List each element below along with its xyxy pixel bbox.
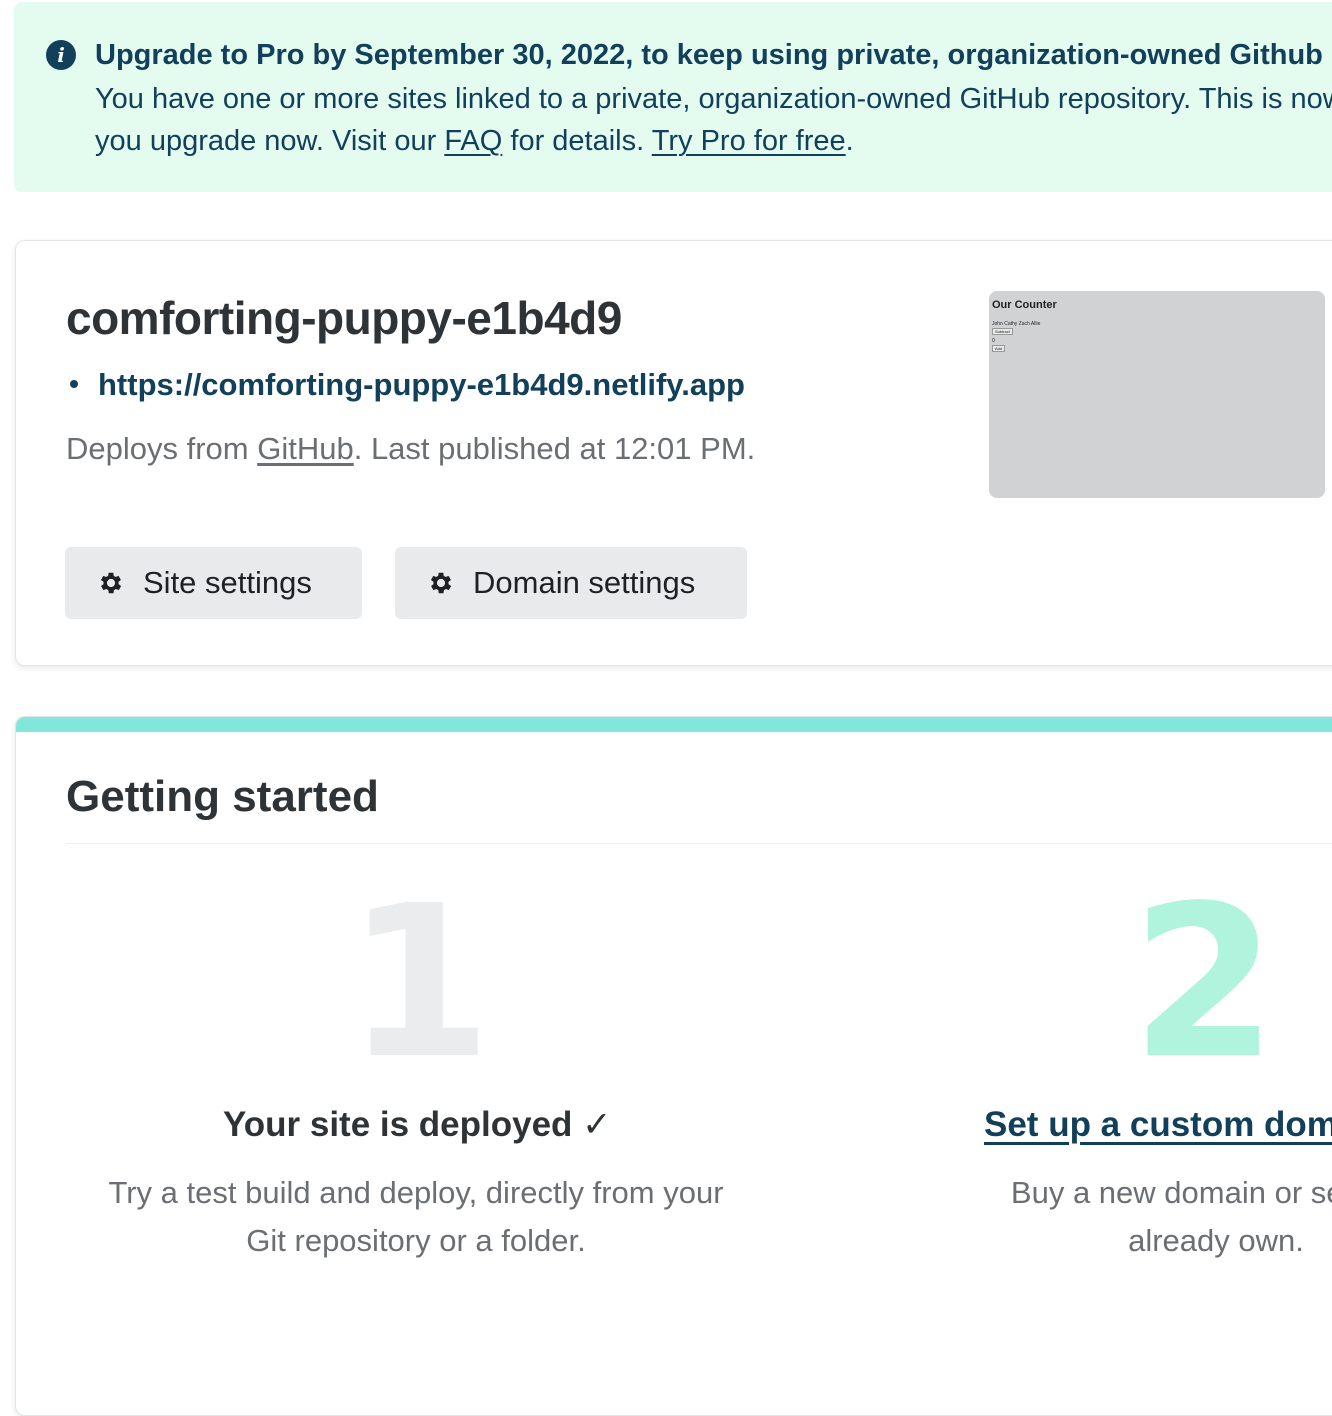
getting-started-title: Getting started (66, 772, 379, 821)
step-2-description: Buy a new domain or set up a already own… (896, 1169, 1332, 1265)
site-preview-thumbnail[interactable]: Our Counter John Cathy Zach Allie Subtra… (989, 291, 1325, 498)
preview-names: John Cathy Zach Allie (992, 321, 1041, 327)
faq-link[interactable]: FAQ (444, 125, 502, 157)
preview-title: Our Counter (992, 299, 1057, 311)
getting-started-card: Getting started 1 Your site is deployed … (15, 716, 1332, 1416)
step-1-desc-line-2: Git repository or a folder. (246, 1223, 586, 1258)
gear-icon (100, 572, 122, 594)
site-url-row: https://comforting-puppy-e1b4d9.netlify.… (66, 367, 745, 403)
gear-icon (430, 572, 452, 594)
step-1-description: Try a test build and deploy, directly fr… (76, 1169, 756, 1265)
step-1-number: 1 (346, 860, 492, 1105)
step-1-title: Your site is deployed ✓ (223, 1105, 612, 1144)
step-2-desc-line-1: Buy a new domain or set up a (1010, 1175, 1332, 1210)
banner-line-2: you upgrade now. Visit our FAQ for detai… (95, 120, 1332, 162)
step-1-desc-line-1: Try a test build and deploy, directly fr… (108, 1175, 724, 1210)
info-icon: i (46, 40, 76, 70)
step-2-desc-line-2: already own. (1128, 1223, 1304, 1258)
deploy-source-link[interactable]: GitHub (257, 431, 353, 466)
step-2-number: 2 (1131, 860, 1277, 1105)
banner-line-1: You have one or more sites linked to a p… (95, 83, 1332, 115)
domain-settings-button[interactable]: Domain settings (395, 547, 747, 619)
preview-count: 0 (992, 338, 995, 344)
site-settings-button[interactable]: Site settings (65, 547, 362, 619)
deploy-info: Deploys from GitHub. Last published at 1… (66, 431, 755, 467)
site-settings-label: Site settings (143, 565, 312, 600)
domain-settings-label: Domain settings (473, 565, 696, 600)
deploy-suffix: . Last published at 12:01 PM. (353, 431, 756, 466)
preview-add-button: Add (992, 345, 1006, 352)
deploy-prefix: Deploys from (66, 431, 258, 466)
banner-line-2-suffix: . (845, 125, 854, 157)
try-pro-link[interactable]: Try Pro for free (652, 125, 846, 157)
site-name: comforting-puppy-e1b4d9 (66, 292, 622, 344)
banner-line-2-prefix: you upgrade now. Visit our (95, 125, 445, 157)
set-up-custom-domain-link[interactable]: Set up a custom dom (984, 1105, 1332, 1145)
preview-subtract-button: Subtract (992, 328, 1013, 335)
banner-title: Upgrade to Pro by September 30, 2022, to… (95, 39, 1332, 71)
bullet-icon (70, 379, 78, 388)
banner-line-2-middle: for details. (502, 125, 652, 157)
banner-body: You have one or more sites linked to a p… (95, 78, 1332, 162)
site-overview-card: comforting-puppy-e1b4d9 https://comforti… (15, 240, 1332, 666)
site-url-link[interactable]: https://comforting-puppy-e1b4d9.netlify.… (98, 367, 745, 402)
divider (66, 843, 1332, 844)
accent-bar (16, 717, 1332, 732)
